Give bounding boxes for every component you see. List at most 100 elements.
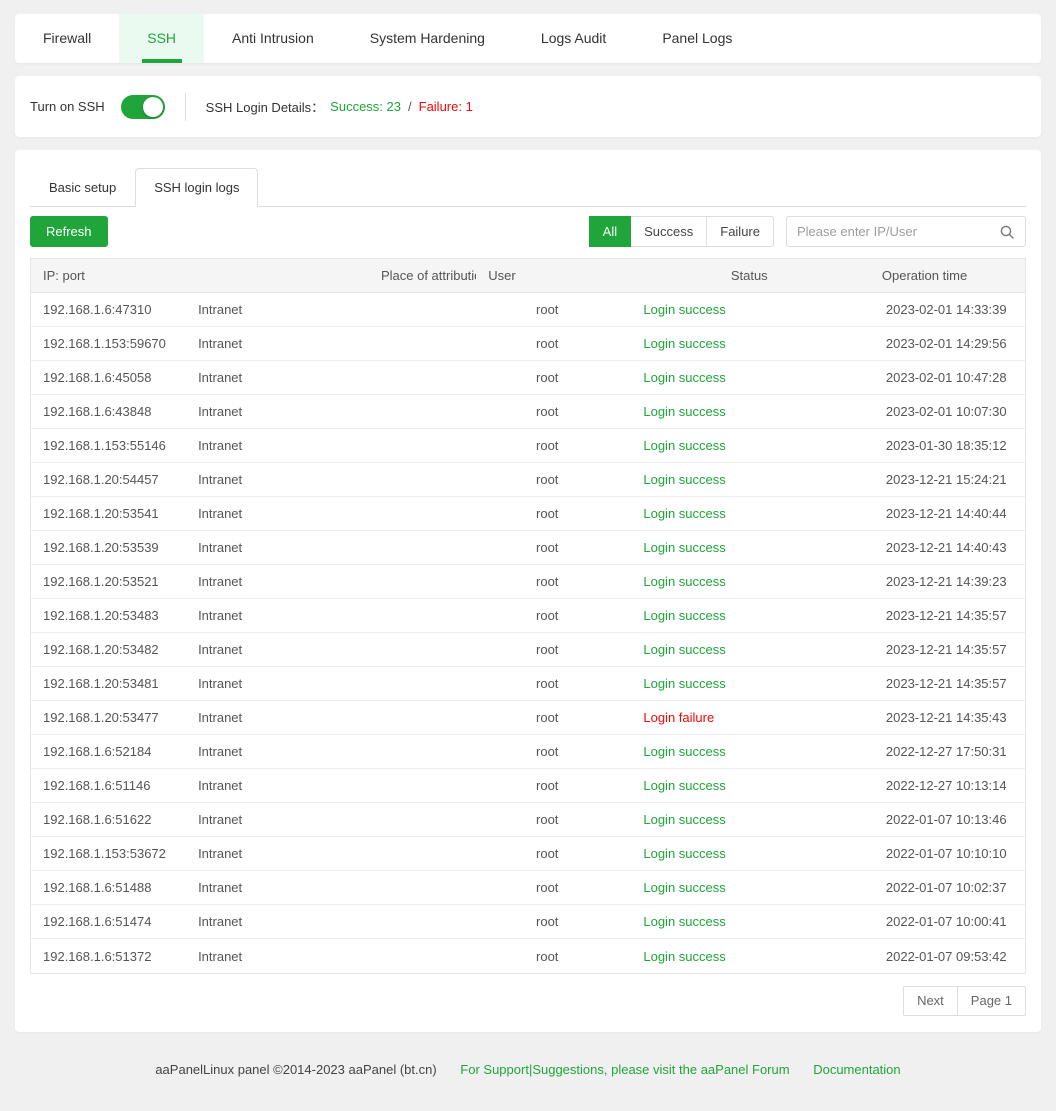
cell-operation-time: 2022-12-27 17:50:31 bbox=[874, 744, 1025, 759]
cell-ip-port: 192.168.1.20:53482 bbox=[31, 642, 186, 657]
cell-status: Login success bbox=[631, 472, 874, 487]
toolbar-right: All Success Failure bbox=[590, 216, 1026, 247]
cell-status: Login success bbox=[631, 404, 874, 419]
next-page-button[interactable]: Next bbox=[903, 986, 958, 1016]
cell-status: Login success bbox=[631, 812, 874, 827]
forum-link[interactable]: For Support|Suggestions, please visit th… bbox=[460, 1062, 789, 1077]
filter-button[interactable]: Success bbox=[630, 216, 707, 247]
cell-status: Login success bbox=[631, 744, 874, 759]
current-page-button[interactable]: Page 1 bbox=[957, 986, 1026, 1016]
cell-operation-time: 2023-12-21 14:35:43 bbox=[874, 710, 1025, 725]
table-row: 192.168.1.20:53541 Intranet root Login s… bbox=[31, 497, 1025, 531]
cell-place: Intranet bbox=[186, 778, 524, 793]
table-row: 192.168.1.6:51474 Intranet root Login su… bbox=[31, 905, 1025, 939]
cell-place: Intranet bbox=[186, 336, 524, 351]
table-row: 192.168.1.20:53482 Intranet root Login s… bbox=[31, 633, 1025, 667]
column-header: Status bbox=[719, 268, 870, 283]
cell-operation-time: 2023-12-21 15:24:21 bbox=[874, 472, 1025, 487]
status-filter-group: All Success Failure bbox=[590, 216, 774, 247]
cell-ip-port: 192.168.1.6:51488 bbox=[31, 880, 186, 895]
cell-place: Intranet bbox=[186, 438, 524, 453]
nav-tab[interactable]: Panel Logs bbox=[634, 14, 760, 63]
cell-ip-port: 192.168.1.6:51474 bbox=[31, 914, 186, 929]
cell-operation-time: 2022-01-07 10:10:10 bbox=[874, 846, 1025, 861]
cell-operation-time: 2023-12-21 14:39:23 bbox=[874, 574, 1025, 589]
column-header: User bbox=[476, 268, 719, 283]
cell-ip-port: 192.168.1.6:52184 bbox=[31, 744, 186, 759]
cell-status: Login success bbox=[631, 642, 874, 657]
table-row: 192.168.1.6:51146 Intranet root Login su… bbox=[31, 769, 1025, 803]
cell-place: Intranet bbox=[186, 676, 524, 691]
search-input[interactable] bbox=[797, 224, 991, 239]
refresh-button[interactable]: Refresh bbox=[30, 216, 108, 247]
cell-ip-port: 192.168.1.6:45058 bbox=[31, 370, 186, 385]
cell-ip-port: 192.168.1.20:53477 bbox=[31, 710, 186, 725]
cell-ip-port: 192.168.1.153:53672 bbox=[31, 846, 186, 861]
cell-user: root bbox=[524, 880, 631, 895]
filter-button[interactable]: Failure bbox=[706, 216, 774, 247]
cell-user: root bbox=[524, 540, 631, 555]
cell-status: Login failure bbox=[631, 710, 874, 725]
cell-place: Intranet bbox=[186, 744, 524, 759]
filter-button[interactable]: All bbox=[589, 216, 631, 247]
cell-user: root bbox=[524, 949, 631, 964]
slash-separator: / bbox=[408, 99, 412, 114]
documentation-link[interactable]: Documentation bbox=[813, 1062, 900, 1077]
cell-status: Login success bbox=[631, 676, 874, 691]
table-row: 192.168.1.6:52184 Intranet root Login su… bbox=[31, 735, 1025, 769]
nav-tab[interactable]: Firewall bbox=[15, 14, 119, 63]
table-row: 192.168.1.153:55146 Intranet root Login … bbox=[31, 429, 1025, 463]
cell-user: root bbox=[524, 642, 631, 657]
table-row: 192.168.1.20:53477 Intranet root Login f… bbox=[31, 701, 1025, 735]
ssh-login-details-label: SSH Login Details： bbox=[206, 97, 325, 116]
cell-operation-time: 2023-01-30 18:35:12 bbox=[874, 438, 1025, 453]
cell-ip-port: 192.168.1.20:54457 bbox=[31, 472, 186, 487]
cell-place: Intranet bbox=[186, 574, 524, 589]
cell-place: Intranet bbox=[186, 846, 524, 861]
cell-user: root bbox=[524, 914, 631, 929]
nav-tab[interactable]: Logs Audit bbox=[513, 14, 634, 63]
column-header: Operation time bbox=[870, 268, 967, 283]
cell-user: root bbox=[524, 404, 631, 419]
cell-place: Intranet bbox=[186, 880, 524, 895]
cell-user: root bbox=[524, 744, 631, 759]
table-row: 192.168.1.20:53539 Intranet root Login s… bbox=[31, 531, 1025, 565]
column-header: Place of attribution bbox=[369, 268, 476, 283]
sub-tab[interactable]: Basic setup bbox=[30, 168, 135, 207]
cell-place: Intranet bbox=[186, 812, 524, 827]
cell-operation-time: 2023-02-01 10:47:28 bbox=[874, 370, 1025, 385]
table-row: 192.168.1.153:53672 Intranet root Login … bbox=[31, 837, 1025, 871]
cell-place: Intranet bbox=[186, 370, 524, 385]
security-nav-tabs: Firewall SSH Anti Intrusion System Harde… bbox=[15, 14, 1041, 63]
nav-tab[interactable]: Anti Intrusion bbox=[204, 14, 342, 63]
cell-ip-port: 192.168.1.6:51622 bbox=[31, 812, 186, 827]
cell-user: root bbox=[524, 506, 631, 521]
cell-operation-time: 2023-02-01 14:33:39 bbox=[874, 302, 1025, 317]
cell-ip-port: 192.168.1.6:47310 bbox=[31, 302, 186, 317]
success-count: Success: 23 bbox=[330, 99, 401, 114]
cell-status: Login success bbox=[631, 914, 874, 929]
cell-operation-time: 2023-12-21 14:40:44 bbox=[874, 506, 1025, 521]
table-row: 192.168.1.6:47310 Intranet root Login su… bbox=[31, 293, 1025, 327]
logs-toolbar: Refresh All Success Failure bbox=[30, 216, 1026, 247]
footer: aaPanelLinux panel ©2014-2023 aaPanel (b… bbox=[0, 1062, 1056, 1077]
search-icon[interactable] bbox=[999, 224, 1015, 240]
sub-tab[interactable]: SSH login logs bbox=[135, 168, 258, 207]
table-row: 192.168.1.20:54457 Intranet root Login s… bbox=[31, 463, 1025, 497]
cell-place: Intranet bbox=[186, 949, 524, 964]
cell-operation-time: 2023-02-01 14:29:56 bbox=[874, 336, 1025, 351]
cell-operation-time: 2022-12-27 10:13:14 bbox=[874, 778, 1025, 793]
cell-ip-port: 192.168.1.20:53481 bbox=[31, 676, 186, 691]
ssh-toggle[interactable] bbox=[121, 95, 165, 119]
ssh-login-logs-table: IP: port Place of attribution User Statu… bbox=[30, 258, 1026, 974]
pagination: Next Page 1 bbox=[30, 986, 1026, 1016]
cell-operation-time: 2023-12-21 14:35:57 bbox=[874, 676, 1025, 691]
cell-place: Intranet bbox=[186, 540, 524, 555]
nav-tab[interactable]: SSH bbox=[119, 14, 204, 63]
cell-place: Intranet bbox=[186, 472, 524, 487]
cell-status: Login success bbox=[631, 880, 874, 895]
nav-tab[interactable]: System Hardening bbox=[342, 14, 513, 63]
cell-operation-time: 2022-01-07 10:13:46 bbox=[874, 812, 1025, 827]
cell-ip-port: 192.168.1.153:59670 bbox=[31, 336, 186, 351]
turn-on-ssh-label: Turn on SSH bbox=[30, 99, 105, 114]
